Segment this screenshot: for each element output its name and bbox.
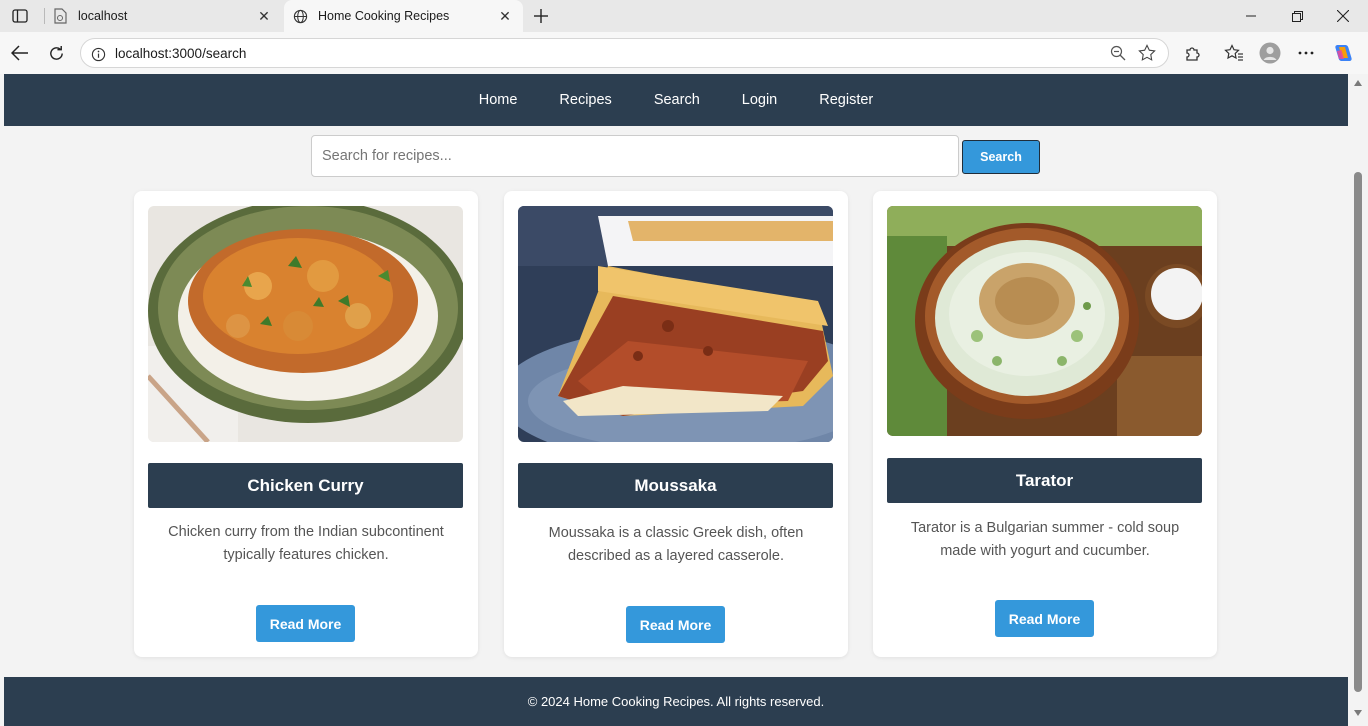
recipe-description: Tarator is a Bulgarian summer - cold sou…	[910, 520, 1180, 559]
address-bar[interactable]: localhost:3000/search	[80, 38, 1169, 68]
zoom-out-icon[interactable]	[1110, 45, 1128, 63]
recipe-image-chicken-curry	[148, 206, 463, 442]
tab-localhost[interactable]: localhost ✕	[44, 0, 282, 32]
sidebar-toggle-icon[interactable]	[9, 6, 31, 26]
recipe-title: Tarator	[887, 458, 1202, 503]
read-more-button[interactable]: Read More	[995, 600, 1094, 637]
nav-link-register[interactable]: Register	[798, 92, 894, 108]
tab-title: Home Cooking Recipes	[318, 9, 450, 23]
tab-title: localhost	[78, 9, 128, 23]
site-footer: © 2024 Home Cooking Recipes. All rights …	[4, 677, 1348, 726]
recipe-card: Tarator Tarator is a Bulgarian summer - …	[873, 191, 1217, 657]
recipe-card: Moussaka Moussaka is a classic Greek dis…	[504, 191, 848, 657]
nav-link-login[interactable]: Login	[721, 92, 798, 108]
copilot-icon[interactable]	[1331, 41, 1355, 65]
read-more-button[interactable]: Read More	[256, 605, 355, 642]
extensions-icon[interactable]	[1181, 41, 1205, 65]
back-arrow-icon[interactable]	[8, 41, 32, 65]
minimize-icon[interactable]	[1228, 0, 1274, 32]
info-icon[interactable]	[89, 45, 107, 63]
recipe-image-moussaka	[518, 206, 833, 442]
favorites-icon[interactable]	[1222, 41, 1246, 65]
url-text[interactable]: localhost:3000/search	[115, 46, 246, 61]
nav-link-home[interactable]: Home	[458, 92, 539, 108]
nav-link-search[interactable]: Search	[633, 92, 721, 108]
read-more-button[interactable]: Read More	[626, 606, 725, 643]
scrollbar-thumb[interactable]	[1354, 172, 1362, 692]
scroll-up-arrow-icon[interactable]	[1354, 80, 1362, 86]
recipe-title: Moussaka	[518, 463, 833, 508]
recipe-title: Chicken Curry	[148, 463, 463, 508]
vertical-scrollbar[interactable]	[1348, 74, 1368, 726]
recipe-image-tarator	[887, 206, 1202, 436]
nav-link-recipes[interactable]: Recipes	[538, 92, 632, 108]
tab-home-cooking-recipes[interactable]: Home Cooking Recipes ✕	[284, 0, 523, 32]
recipe-description: Moussaka is a classic Greek dish, often …	[548, 525, 804, 564]
search-input[interactable]	[311, 135, 959, 177]
refresh-icon[interactable]	[44, 41, 68, 65]
globe-icon	[292, 8, 308, 24]
close-icon[interactable]: ✕	[495, 6, 515, 26]
recipe-card: Chicken Curry Chicken curry from the Ind…	[134, 191, 478, 657]
profile-avatar-icon[interactable]	[1258, 41, 1282, 65]
recipe-description: Chicken curry from the Indian subcontine…	[168, 524, 444, 563]
close-icon[interactable]: ✕	[254, 6, 274, 26]
browser-toolbar: localhost:3000/search	[0, 32, 1368, 74]
site-navbar: Home Recipes Search Login Register	[4, 74, 1348, 126]
more-options-icon[interactable]	[1294, 41, 1318, 65]
search-button[interactable]: Search	[962, 140, 1040, 174]
restore-icon[interactable]	[1274, 0, 1320, 32]
browser-tab-bar: localhost ✕ Home Cooking Recipes ✕	[0, 0, 1368, 32]
web-page: Home Recipes Search Login Register Searc…	[4, 74, 1348, 726]
page-icon	[52, 8, 68, 24]
footer-copyright: © 2024 Home Cooking Recipes. All rights …	[527, 694, 825, 709]
favorite-star-icon[interactable]	[1138, 44, 1158, 64]
scroll-down-arrow-icon[interactable]	[1354, 710, 1362, 716]
close-window-icon[interactable]	[1320, 0, 1366, 32]
new-tab-icon[interactable]	[530, 5, 552, 27]
